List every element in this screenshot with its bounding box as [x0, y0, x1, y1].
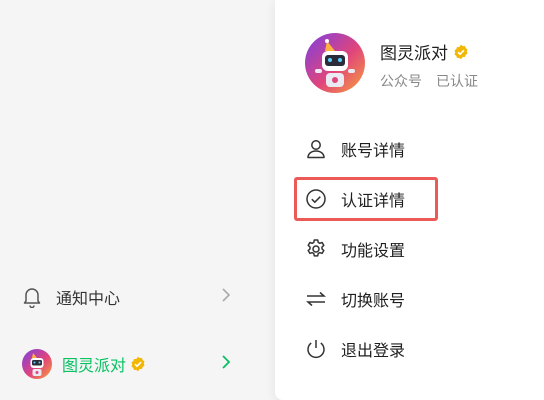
- sidebar-item-account[interactable]: 图灵派对: [22, 344, 237, 384]
- user-icon: [305, 138, 327, 160]
- menu-item-label: 认证详情: [341, 191, 406, 210]
- chevron-right-icon: [221, 354, 231, 374]
- gear-icon: [305, 238, 327, 260]
- profile-meta: 公众号 已认证: [380, 71, 478, 91]
- verification-status: 已认证: [436, 74, 478, 90]
- profile-name: 图灵派对: [380, 39, 469, 64]
- sidebar-item-label: 图灵派对: [62, 356, 127, 375]
- menu-item-label: 功能设置: [341, 241, 406, 260]
- account-menu-popup: 图灵派对 公众号 已认证 账号详情 认证详情 功能设置 切换账号 退出登录: [275, 0, 544, 400]
- sidebar: 通知中心 图灵派对: [0, 0, 275, 400]
- menu-item-switch-account[interactable]: 切换账号: [305, 282, 515, 316]
- verified-badge-icon: [453, 44, 469, 60]
- avatar: [22, 349, 52, 379]
- avatar: [305, 33, 365, 93]
- menu-item-feature-settings[interactable]: 功能设置: [305, 232, 515, 266]
- check-circle-icon: [305, 188, 327, 210]
- switch-arrows-icon: [305, 288, 327, 310]
- account-name: 图灵派对: [380, 44, 448, 64]
- menu-item-logout[interactable]: 退出登录: [305, 332, 515, 366]
- bell-icon: [22, 286, 42, 308]
- power-icon: [305, 338, 327, 360]
- account-type: 公众号: [380, 74, 422, 90]
- menu-item-label: 切换账号: [341, 291, 406, 310]
- sidebar-item-notifications[interactable]: 通知中心: [22, 277, 237, 317]
- verified-badge-icon: [130, 356, 146, 372]
- menu-item-account-details[interactable]: 账号详情: [305, 132, 515, 166]
- chevron-right-icon: [221, 287, 231, 307]
- menu-item-label: 退出登录: [341, 341, 406, 360]
- menu-item-verification-details[interactable]: 认证详情: [305, 182, 515, 216]
- menu-item-label: 账号详情: [341, 141, 406, 160]
- profile-header: 图灵派对 公众号 已认证: [305, 33, 535, 95]
- sidebar-item-label: 通知中心: [56, 289, 121, 308]
